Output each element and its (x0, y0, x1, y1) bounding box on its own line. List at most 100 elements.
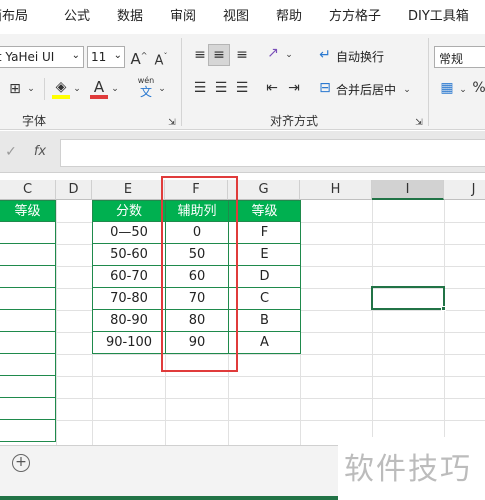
table-cell[interactable] (0, 398, 56, 420)
table-cell[interactable] (0, 288, 56, 310)
font-color-icon[interactable]: A (90, 78, 108, 96)
align-right-icon[interactable]: ☰ (232, 79, 252, 97)
col-letter: E (123, 182, 133, 197)
col-letter: H (330, 182, 341, 197)
table-cell[interactable]: B (228, 310, 301, 332)
col-header-g[interactable]: G (228, 180, 300, 200)
tab-label: 数据 (117, 9, 144, 24)
group-label-alignment: 对齐方式 (270, 114, 319, 128)
table-cell[interactable]: D (228, 266, 301, 288)
chevron-down-icon[interactable]: ⌄ (284, 46, 294, 64)
percent-icon[interactable]: % (470, 79, 485, 97)
table-cell[interactable]: 0—50 (92, 222, 166, 244)
borders-icon[interactable]: ⊞ (6, 80, 24, 98)
cell-text: B (260, 313, 269, 328)
table-cell[interactable] (0, 420, 56, 442)
header-grade[interactable]: 等级 (228, 200, 301, 222)
table-cell[interactable] (0, 376, 56, 398)
add-sheet-icon[interactable]: + (12, 454, 30, 472)
col-header-j[interactable]: J (444, 180, 485, 200)
tab-help[interactable]: 帮助 (276, 0, 302, 34)
tab-review[interactable]: 审阅 (170, 0, 196, 34)
number-format-box[interactable]: 常规 (434, 46, 485, 68)
col-letter: D (68, 182, 79, 197)
col-header-i[interactable]: I (372, 180, 444, 200)
phonetic-icon[interactable]: wén 文 (135, 76, 157, 100)
chevron-down-icon: ⌄ (71, 50, 80, 61)
font-name-box[interactable]: Microsoft YaHei UI ⌄ (0, 46, 84, 68)
table-cell[interactable]: 70-80 (92, 288, 166, 310)
insert-function-icon[interactable]: fx (30, 143, 50, 161)
chevron-down-icon[interactable]: ⌄ (402, 81, 412, 99)
table-cell[interactable] (0, 266, 56, 288)
wrap-text-button[interactable]: 自动换行 (336, 48, 384, 65)
fill-color-swatch (52, 95, 70, 99)
chevron-down-icon[interactable]: ⌄ (72, 80, 82, 98)
merge-center-button[interactable]: 合并后居中 (336, 81, 396, 98)
align-center-icon[interactable]: ☰ (211, 79, 231, 97)
tab-label: 帮助 (276, 9, 303, 24)
c-header-text: 等级 (14, 204, 41, 219)
table-cell[interactable] (0, 244, 56, 266)
table-cell[interactable]: A (228, 332, 301, 354)
confirm-check-icon[interactable]: ✓ (4, 143, 18, 161)
wrap-text-icon[interactable]: ↵ (316, 46, 334, 64)
cell-text: 0—50 (110, 225, 148, 240)
fill-handle[interactable] (441, 306, 446, 311)
tab-fangfang[interactable]: 方方格子 (329, 0, 381, 34)
c-header-cell[interactable]: 等级 (0, 200, 56, 222)
table-cell[interactable] (0, 354, 56, 376)
align-top-icon[interactable]: ≡ (190, 46, 210, 64)
watermark-text: 软件技巧 (344, 452, 472, 487)
orientation-icon[interactable]: ↗ (263, 44, 283, 62)
accounting-format-icon[interactable]: ▦ (438, 79, 456, 97)
table-cell[interactable] (0, 310, 56, 332)
table-cell[interactable]: F (228, 222, 301, 244)
col-header-e[interactable]: E (92, 180, 165, 200)
font-size-box[interactable]: 11 ⌄ (87, 46, 125, 68)
cell-text: 80-90 (110, 313, 148, 328)
col-header-h[interactable]: H (300, 180, 372, 200)
table-cell[interactable] (0, 222, 56, 244)
table-cell[interactable]: E (228, 244, 301, 266)
chevron-down-icon[interactable]: ⌄ (26, 80, 36, 98)
tab-formulas[interactable]: 公式 (64, 0, 90, 34)
chevron-down-icon[interactable]: ⌄ (110, 80, 120, 98)
tab-data[interactable]: 数据 (117, 0, 143, 34)
formula-input[interactable] (60, 139, 485, 167)
align-bottom-icon[interactable]: ≡ (232, 46, 252, 64)
table-cell[interactable]: C (228, 288, 301, 310)
align-left-icon[interactable]: ☰ (190, 79, 210, 97)
shrink-font-icon[interactable]: Aˇ (152, 48, 170, 70)
tab-view[interactable]: 视图 (223, 0, 249, 34)
cell-text: D (259, 269, 270, 284)
table-cell[interactable]: 50-60 (92, 244, 166, 266)
table-cell[interactable] (0, 332, 56, 354)
decrease-indent-icon[interactable]: ⇤ (262, 79, 282, 97)
col-header-d[interactable]: D (56, 180, 92, 200)
dialog-launcher-icon[interactable]: ⇲ (166, 114, 178, 132)
tab-diy-toolbox[interactable]: DIY工具箱 (408, 0, 469, 34)
table-cell[interactable]: 90-100 (92, 332, 166, 354)
tab-page-layout[interactable]: 页面布局 (0, 0, 28, 34)
grow-font-icon[interactable]: A^ (130, 47, 148, 68)
align-middle-icon[interactable]: ≡ (209, 46, 229, 64)
header-text: 等级 (251, 204, 278, 219)
tab-label: 公式 (64, 9, 91, 24)
col-header-c[interactable]: C (0, 180, 56, 200)
table-cell[interactable]: 60-70 (92, 266, 166, 288)
col-letter: J (471, 182, 476, 197)
merge-center-icon[interactable]: ⊟ (316, 79, 334, 97)
table-cell[interactable]: 80-90 (92, 310, 166, 332)
active-cell[interactable] (371, 286, 445, 310)
chevron-down-icon[interactable]: ⌄ (458, 81, 468, 99)
tab-label: DIY工具箱 (408, 9, 469, 24)
chevron-down-icon[interactable]: ⌄ (157, 80, 167, 98)
increase-indent-icon[interactable]: ⇥ (284, 79, 304, 97)
tab-label: 页面布局 (0, 9, 29, 24)
fill-color-icon[interactable]: ◈ (52, 78, 70, 96)
col-letter: G (258, 182, 269, 197)
dialog-launcher-icon[interactable]: ⇲ (413, 114, 425, 132)
header-score[interactable]: 分数 (92, 200, 166, 222)
spreadsheet-grid[interactable]: C D E F G H I J 等级 分数 辅助列 等级 0—50 0 F 50… (0, 173, 485, 445)
